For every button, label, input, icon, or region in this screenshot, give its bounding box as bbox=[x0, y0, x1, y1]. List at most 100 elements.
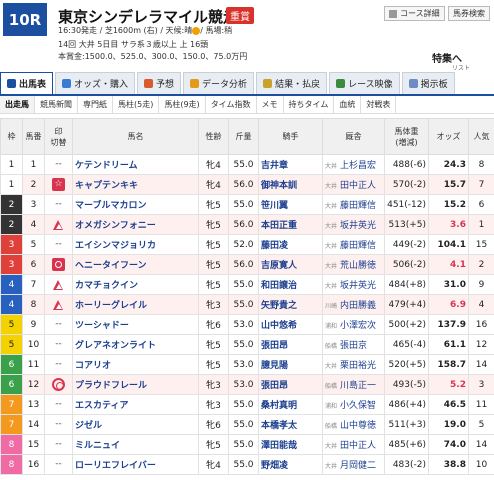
trainer-cell[interactable]: 船橋 山中尊徳 bbox=[322, 414, 385, 435]
tab-4[interactable]: 結果・払戻 bbox=[256, 72, 328, 94]
jockey-link[interactable]: 野畑凌 bbox=[258, 454, 323, 475]
tab-1[interactable]: オッズ・購入 bbox=[55, 72, 136, 94]
mark-cell[interactable]: -- bbox=[44, 334, 73, 355]
horse-name-link[interactable]: キャプテンキキ bbox=[72, 174, 199, 195]
mark-cell[interactable]: -- bbox=[44, 234, 73, 255]
tab-0[interactable]: 出馬表 bbox=[0, 72, 54, 94]
bet-search-button[interactable]: 馬券検索 bbox=[448, 6, 490, 21]
odds-cell[interactable]: 15.2 bbox=[428, 194, 469, 215]
trainer-cell[interactable]: 大井 藤田輝信 bbox=[322, 194, 385, 215]
horse-name-link[interactable]: ホーリーグレイル bbox=[72, 294, 199, 315]
odds-cell[interactable]: 158.7 bbox=[428, 354, 469, 375]
jockey-link[interactable]: 笹川翼 bbox=[258, 194, 323, 215]
odds-cell[interactable]: 31.0 bbox=[428, 274, 469, 295]
jockey-link[interactable]: 吉原寛人 bbox=[258, 254, 323, 275]
mark-cell[interactable]: -- bbox=[44, 314, 73, 335]
trainer-cell[interactable]: 大井 田中正人 bbox=[322, 174, 385, 195]
jockey-link[interactable]: 本田正重 bbox=[258, 214, 323, 235]
jockey-link[interactable]: 吉井章 bbox=[258, 154, 323, 175]
trainer-cell[interactable]: 大井 藤田輝信 bbox=[322, 234, 385, 255]
trainer-cell[interactable]: 浦和 小久保智 bbox=[322, 394, 385, 415]
odds-cell[interactable]: 4.1 bbox=[428, 254, 469, 275]
subtab-6[interactable]: メモ bbox=[257, 96, 284, 113]
mark-cell[interactable] bbox=[44, 374, 73, 395]
mark-cell[interactable] bbox=[44, 254, 73, 275]
odds-cell[interactable]: 15.7 bbox=[428, 174, 469, 195]
col-odds[interactable]: オッズ bbox=[428, 118, 469, 155]
col-mark[interactable]: 印切替 bbox=[44, 118, 73, 155]
horse-name-link[interactable]: マーブルマカロン bbox=[72, 194, 199, 215]
trainer-cell[interactable]: 船橋 張田京 bbox=[322, 334, 385, 355]
tab-3[interactable]: データ分析 bbox=[183, 72, 255, 94]
horse-name-link[interactable]: エスカティア bbox=[72, 394, 199, 415]
trainer-cell[interactable]: 浦和 小澤宏次 bbox=[322, 314, 385, 335]
subtab-9[interactable]: 対戦表 bbox=[361, 96, 397, 113]
mark-dash-icon[interactable]: -- bbox=[55, 359, 62, 369]
horse-name-link[interactable]: カマチョクイン bbox=[72, 274, 199, 295]
mark-cell[interactable] bbox=[44, 274, 73, 295]
mark-dash-icon[interactable]: -- bbox=[55, 399, 62, 409]
trainer-cell[interactable]: 大井 田中正人 bbox=[322, 434, 385, 455]
horse-name-link[interactable]: オメガシンフォニー bbox=[72, 214, 199, 235]
jockey-link[interactable]: 澤田能哉 bbox=[258, 434, 323, 455]
mark-dash-icon[interactable]: -- bbox=[55, 419, 62, 429]
horse-name-link[interactable]: ミルニュイ bbox=[72, 434, 199, 455]
mark-cell[interactable]: -- bbox=[44, 354, 73, 375]
horse-name-link[interactable]: プラウドフレール bbox=[72, 374, 199, 395]
mark-dash-icon[interactable]: -- bbox=[55, 239, 62, 249]
trainer-cell[interactable]: 大井 栗田裕光 bbox=[322, 354, 385, 375]
col-horse[interactable]: 馬名 bbox=[72, 118, 199, 155]
mark-cell[interactable] bbox=[44, 214, 73, 235]
horse-name-link[interactable]: エイシンマジョリカ bbox=[72, 234, 199, 255]
horse-name-link[interactable]: コアリオ bbox=[72, 354, 199, 375]
mark-tri-icon[interactable] bbox=[52, 218, 65, 231]
subtab-4[interactable]: 馬柱(9走) bbox=[159, 96, 206, 113]
mark-dbl-icon[interactable] bbox=[52, 378, 65, 391]
jockey-link[interactable]: 張田昂 bbox=[258, 374, 323, 395]
odds-cell[interactable]: 19.0 bbox=[428, 414, 469, 435]
trainer-cell[interactable]: 大井 坂井英光 bbox=[322, 214, 385, 235]
subtab-1[interactable]: 競馬新聞 bbox=[35, 96, 78, 113]
jockey-link[interactable]: 本橋孝太 bbox=[258, 414, 323, 435]
subtab-0[interactable]: 出走馬 bbox=[0, 96, 35, 113]
mark-cell[interactable] bbox=[44, 294, 73, 315]
jockey-link[interactable]: 臆見陽 bbox=[258, 354, 323, 375]
odds-cell[interactable]: 46.5 bbox=[428, 394, 469, 415]
horse-name-link[interactable]: ローリエフレイバー bbox=[72, 454, 199, 475]
col-popularity[interactable]: 人気 bbox=[468, 118, 494, 155]
mark-dash-icon[interactable]: -- bbox=[55, 439, 62, 449]
mark-cell[interactable]: ☆ bbox=[44, 174, 73, 195]
odds-cell[interactable]: 3.6 bbox=[428, 214, 469, 235]
mark-tri-icon[interactable] bbox=[52, 298, 65, 311]
jockey-link[interactable]: 張田昂 bbox=[258, 334, 323, 355]
odds-cell[interactable]: 5.2 bbox=[428, 374, 469, 395]
mark-circ-icon[interactable] bbox=[52, 258, 65, 271]
mark-tri-icon[interactable] bbox=[52, 278, 65, 291]
trainer-cell[interactable]: 川崎 内田勝義 bbox=[322, 294, 385, 315]
mark-cell[interactable]: -- bbox=[44, 194, 73, 215]
mark-dash-icon[interactable]: -- bbox=[55, 459, 62, 469]
odds-cell[interactable]: 74.0 bbox=[428, 434, 469, 455]
jockey-link[interactable]: 矢野貴之 bbox=[258, 294, 323, 315]
odds-cell[interactable]: 24.3 bbox=[428, 154, 469, 175]
jockey-link[interactable]: 藤田凌 bbox=[258, 234, 323, 255]
mark-dash-icon[interactable]: -- bbox=[55, 339, 62, 349]
course-detail-button[interactable]: コース詳細 bbox=[384, 6, 445, 21]
jockey-link[interactable]: 桑村真明 bbox=[258, 394, 323, 415]
jockey-link[interactable]: 御神本訓 bbox=[258, 174, 323, 195]
trainer-cell[interactable]: 大井 荒山勝徳 bbox=[322, 254, 385, 275]
odds-cell[interactable]: 104.1 bbox=[428, 234, 469, 255]
subtab-7[interactable]: 持ちタイム bbox=[284, 96, 335, 113]
odds-cell[interactable]: 61.1 bbox=[428, 334, 469, 355]
mark-cell[interactable]: -- bbox=[44, 454, 73, 475]
subtab-2[interactable]: 専門紙 bbox=[78, 96, 113, 113]
mark-cell[interactable]: -- bbox=[44, 434, 73, 455]
odds-cell[interactable]: 6.9 bbox=[428, 294, 469, 315]
trainer-cell[interactable]: 大井 坂井英光 bbox=[322, 274, 385, 295]
horse-name-link[interactable]: ヘニータイフーン bbox=[72, 254, 199, 275]
tab-2[interactable]: 予想 bbox=[137, 72, 182, 94]
odds-cell[interactable]: 137.9 bbox=[428, 314, 469, 335]
subtab-8[interactable]: 血統 bbox=[334, 96, 362, 113]
jockey-link[interactable]: 山中悠希 bbox=[258, 314, 323, 335]
horse-name-link[interactable]: ケテンドリーム bbox=[72, 154, 199, 175]
